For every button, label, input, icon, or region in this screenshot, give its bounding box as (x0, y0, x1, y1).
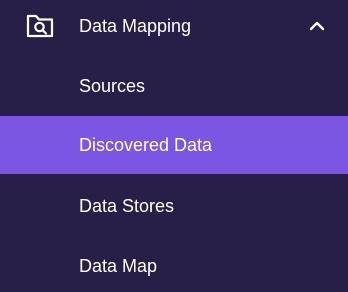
nav-item-discovered-data[interactable]: Discovered Data (0, 116, 348, 174)
folder-search-icon (26, 14, 54, 38)
nav-item-data-map[interactable]: Data Map (0, 237, 348, 292)
nav-item-label: Data Map (79, 256, 158, 276)
chevron-up-icon[interactable] (307, 16, 327, 36)
nav-item-data-stores[interactable]: Data Stores (0, 177, 348, 235)
section-title: Data Mapping (79, 16, 192, 36)
nav-item-label: Sources (79, 76, 146, 96)
nav-item-label: Discovered Data (79, 135, 213, 155)
nav-item-label: Data Stores (79, 196, 175, 216)
sidebar-nav: Data Mapping Sources Discovered Data Dat… (0, 0, 348, 292)
data-mapping-section-header[interactable]: Data Mapping (0, 0, 348, 54)
nav-item-sources[interactable]: Sources (0, 57, 348, 115)
